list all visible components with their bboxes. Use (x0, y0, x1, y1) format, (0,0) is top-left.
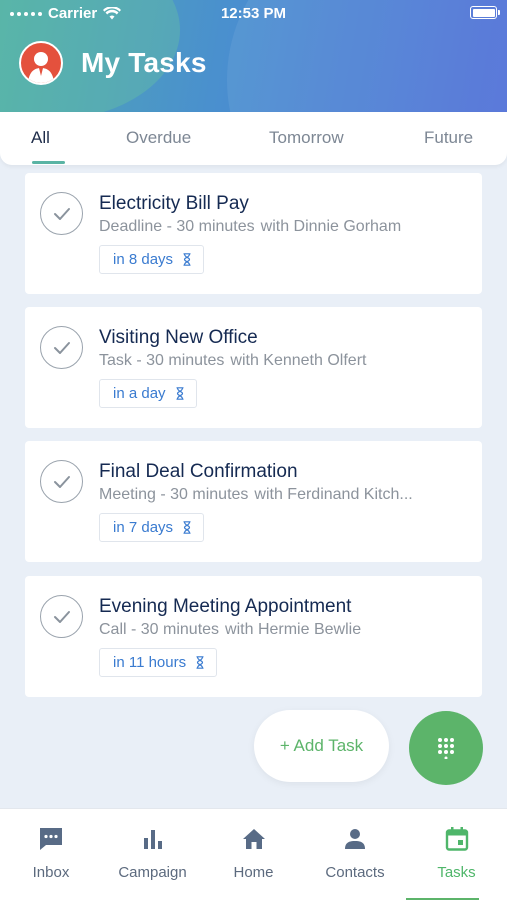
task-card[interactable]: Final Deal Confirmation Meeting - 30 min… (25, 441, 482, 562)
due-badge: in 7 days (99, 513, 205, 542)
nav-label: Tasks (437, 864, 476, 881)
user-avatar-icon (28, 52, 54, 83)
complete-task-checkbox[interactable] (40, 595, 83, 638)
task-type-duration: Task - 30 minutes (99, 352, 225, 369)
tab-future[interactable]: Future (424, 128, 473, 148)
task-type-duration: Deadline - 30 minutes (99, 218, 255, 235)
task-contact: with Dinnie Gorham (260, 218, 402, 235)
nav-label: Campaign (118, 864, 187, 881)
tab-tomorrow[interactable]: Tomorrow (269, 128, 344, 148)
nav-label: Contacts (325, 864, 385, 881)
avatar[interactable] (19, 41, 63, 85)
tab-overdue[interactable]: Overdue (126, 128, 191, 148)
tab-bar: All Overdue Tomorrow Future (0, 112, 507, 165)
complete-task-checkbox[interactable] (40, 460, 83, 503)
task-subtitle: Call - 30 minutes with Hermie Bewlie (99, 621, 361, 639)
status-bar: Carrier 12:53 PM (0, 0, 507, 28)
bottom-navigation: Inbox Campaign Home Contacts Tasks (0, 808, 507, 900)
complete-task-checkbox[interactable] (40, 326, 83, 369)
task-contact: with Hermie Bewlie (225, 621, 362, 638)
checkmark-icon (53, 610, 70, 623)
tab-all[interactable]: All (31, 128, 50, 148)
bar-chart-icon (143, 830, 162, 849)
app-header: Carrier 12:53 PM My Tasks (0, 0, 507, 112)
nav-inbox[interactable]: Inbox (0, 809, 102, 900)
task-type-duration: Meeting - 30 minutes (99, 486, 249, 503)
nav-campaign[interactable]: Campaign (102, 809, 203, 900)
task-title: Visiting New Office (99, 327, 258, 348)
menu-fab-button[interactable] (409, 711, 483, 785)
task-card[interactable]: Electricity Bill Pay Deadline - 30 minut… (25, 173, 482, 294)
page-title: My Tasks (81, 47, 207, 78)
task-title: Evening Meeting Appointment (99, 596, 352, 617)
checkmark-icon (53, 475, 70, 488)
hourglass-icon (196, 656, 204, 669)
due-label: in 8 days (113, 251, 174, 268)
home-icon (242, 829, 265, 849)
task-card[interactable]: Visiting New Office Task - 30 minutes wit… (25, 307, 482, 428)
task-contact: with Ferdinand Kitch... (254, 486, 413, 503)
battery-icon (470, 6, 500, 19)
nav-home[interactable]: Home (203, 809, 304, 900)
task-contact: with Kenneth Olfert (230, 352, 367, 369)
task-subtitle: Deadline - 30 minutes with Dinnie Gorham (99, 218, 401, 236)
hourglass-icon (176, 387, 184, 400)
hourglass-icon (183, 253, 191, 266)
checkmark-icon (53, 341, 70, 354)
calendar-icon (445, 827, 468, 851)
due-badge: in 11 hours (99, 648, 218, 677)
complete-task-checkbox[interactable] (40, 192, 83, 235)
due-label: in 7 days (113, 519, 174, 536)
task-subtitle: Task - 30 minutes with Kenneth Olfert (99, 352, 366, 370)
task-type-duration: Call - 30 minutes (99, 621, 220, 638)
add-task-button[interactable]: + Add Task (254, 710, 389, 782)
nav-contacts[interactable]: Contacts (304, 809, 406, 900)
task-title: Electricity Bill Pay (99, 193, 249, 214)
keypad-grid-icon (438, 738, 454, 759)
nav-tasks[interactable]: Tasks (406, 809, 507, 900)
due-badge: in 8 days (99, 245, 205, 274)
hourglass-icon (183, 521, 191, 534)
tab-active-indicator (32, 161, 65, 164)
due-label: in a day (113, 385, 166, 402)
status-time: 12:53 PM (220, 5, 287, 22)
due-label: in 11 hours (113, 654, 187, 671)
task-subtitle: Meeting - 30 minutes with Ferdinand Kitch… (99, 486, 413, 504)
nav-label: Inbox (32, 864, 70, 881)
nav-label: Home (233, 864, 274, 881)
due-badge: in a day (99, 379, 197, 408)
person-icon (345, 829, 365, 849)
task-title: Final Deal Confirmation (99, 461, 298, 482)
task-card[interactable]: Evening Meeting Appointment Call - 30 mi… (25, 576, 482, 697)
inbox-icon (40, 828, 62, 850)
checkmark-icon (53, 207, 70, 220)
